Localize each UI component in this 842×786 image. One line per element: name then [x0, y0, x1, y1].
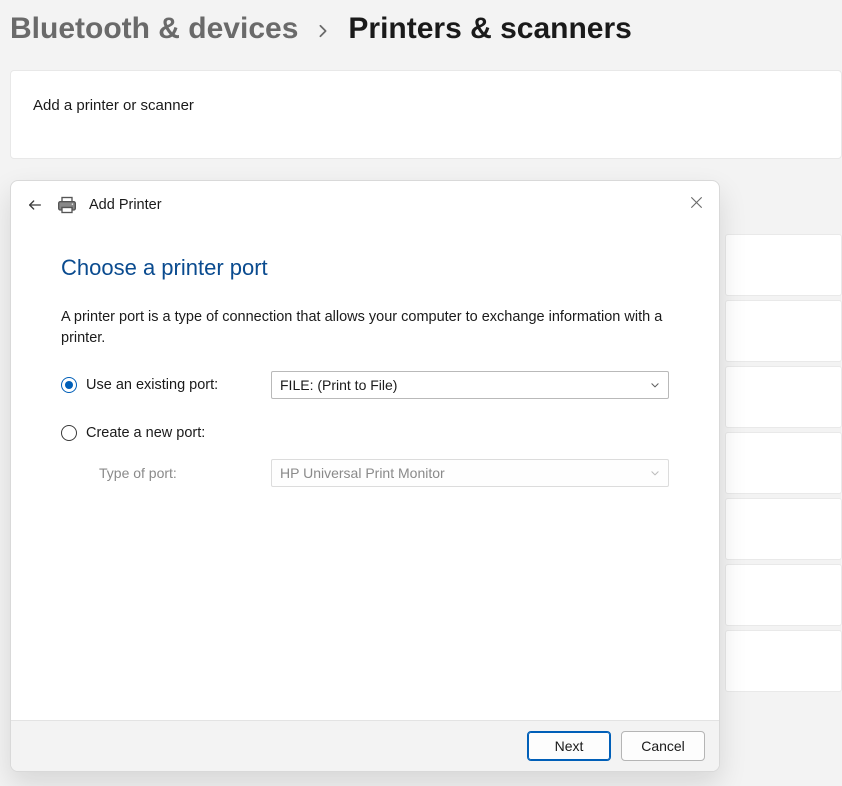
next-button[interactable]: Next — [527, 731, 611, 761]
list-item[interactable] — [725, 366, 842, 428]
port-type-row: Type of port: HP Universal Print Monitor — [61, 459, 669, 487]
port-type-label: Type of port: — [61, 465, 271, 481]
option-create-new-port: Create a new port: — [61, 425, 669, 441]
list-item[interactable] — [725, 630, 842, 692]
close-button[interactable] — [685, 191, 707, 213]
add-printer-dialog: Add Printer Choose a printer port A prin… — [10, 180, 720, 772]
dialog-titlebar: Add Printer — [11, 181, 719, 225]
radio-use-existing-port[interactable] — [61, 377, 77, 393]
option-label: Use an existing port: — [86, 377, 218, 393]
existing-port-select[interactable]: FILE: (Print to File) — [271, 371, 669, 399]
dialog-footer: Next Cancel — [11, 720, 719, 771]
list-item[interactable] — [725, 300, 842, 362]
breadcrumb-parent[interactable]: Bluetooth & devices — [10, 12, 298, 46]
list-item[interactable] — [725, 564, 842, 626]
radio-create-new-port[interactable] — [61, 425, 77, 441]
back-button[interactable] — [25, 195, 45, 215]
list-item[interactable] — [725, 498, 842, 560]
list-item[interactable] — [725, 432, 842, 494]
settings-section-add-printer: Add a printer or scanner — [10, 70, 842, 159]
section-title: Add a printer or scanner — [33, 97, 819, 114]
breadcrumb: Bluetooth & devices Printers & scanners — [0, 0, 842, 70]
chevron-down-icon — [650, 465, 660, 481]
chevron-right-icon — [316, 18, 330, 44]
port-type-select: HP Universal Print Monitor — [271, 459, 669, 487]
printer-icon — [57, 196, 77, 214]
dialog-title: Add Printer — [89, 197, 162, 213]
select-value: HP Universal Print Monitor — [280, 465, 445, 481]
background-list-rows — [725, 234, 842, 692]
dialog-body: Choose a printer port A printer port is … — [11, 225, 719, 720]
option-label: Create a new port: — [86, 425, 205, 441]
breadcrumb-current: Printers & scanners — [348, 12, 631, 46]
dialog-description: A printer port is a type of connection t… — [61, 307, 669, 349]
cancel-button[interactable]: Cancel — [621, 731, 705, 761]
dialog-heading: Choose a printer port — [61, 255, 669, 281]
list-item[interactable] — [725, 234, 842, 296]
chevron-down-icon — [650, 377, 660, 393]
option-use-existing-port: Use an existing port: FILE: (Print to Fi… — [61, 371, 669, 399]
select-value: FILE: (Print to File) — [280, 377, 397, 393]
